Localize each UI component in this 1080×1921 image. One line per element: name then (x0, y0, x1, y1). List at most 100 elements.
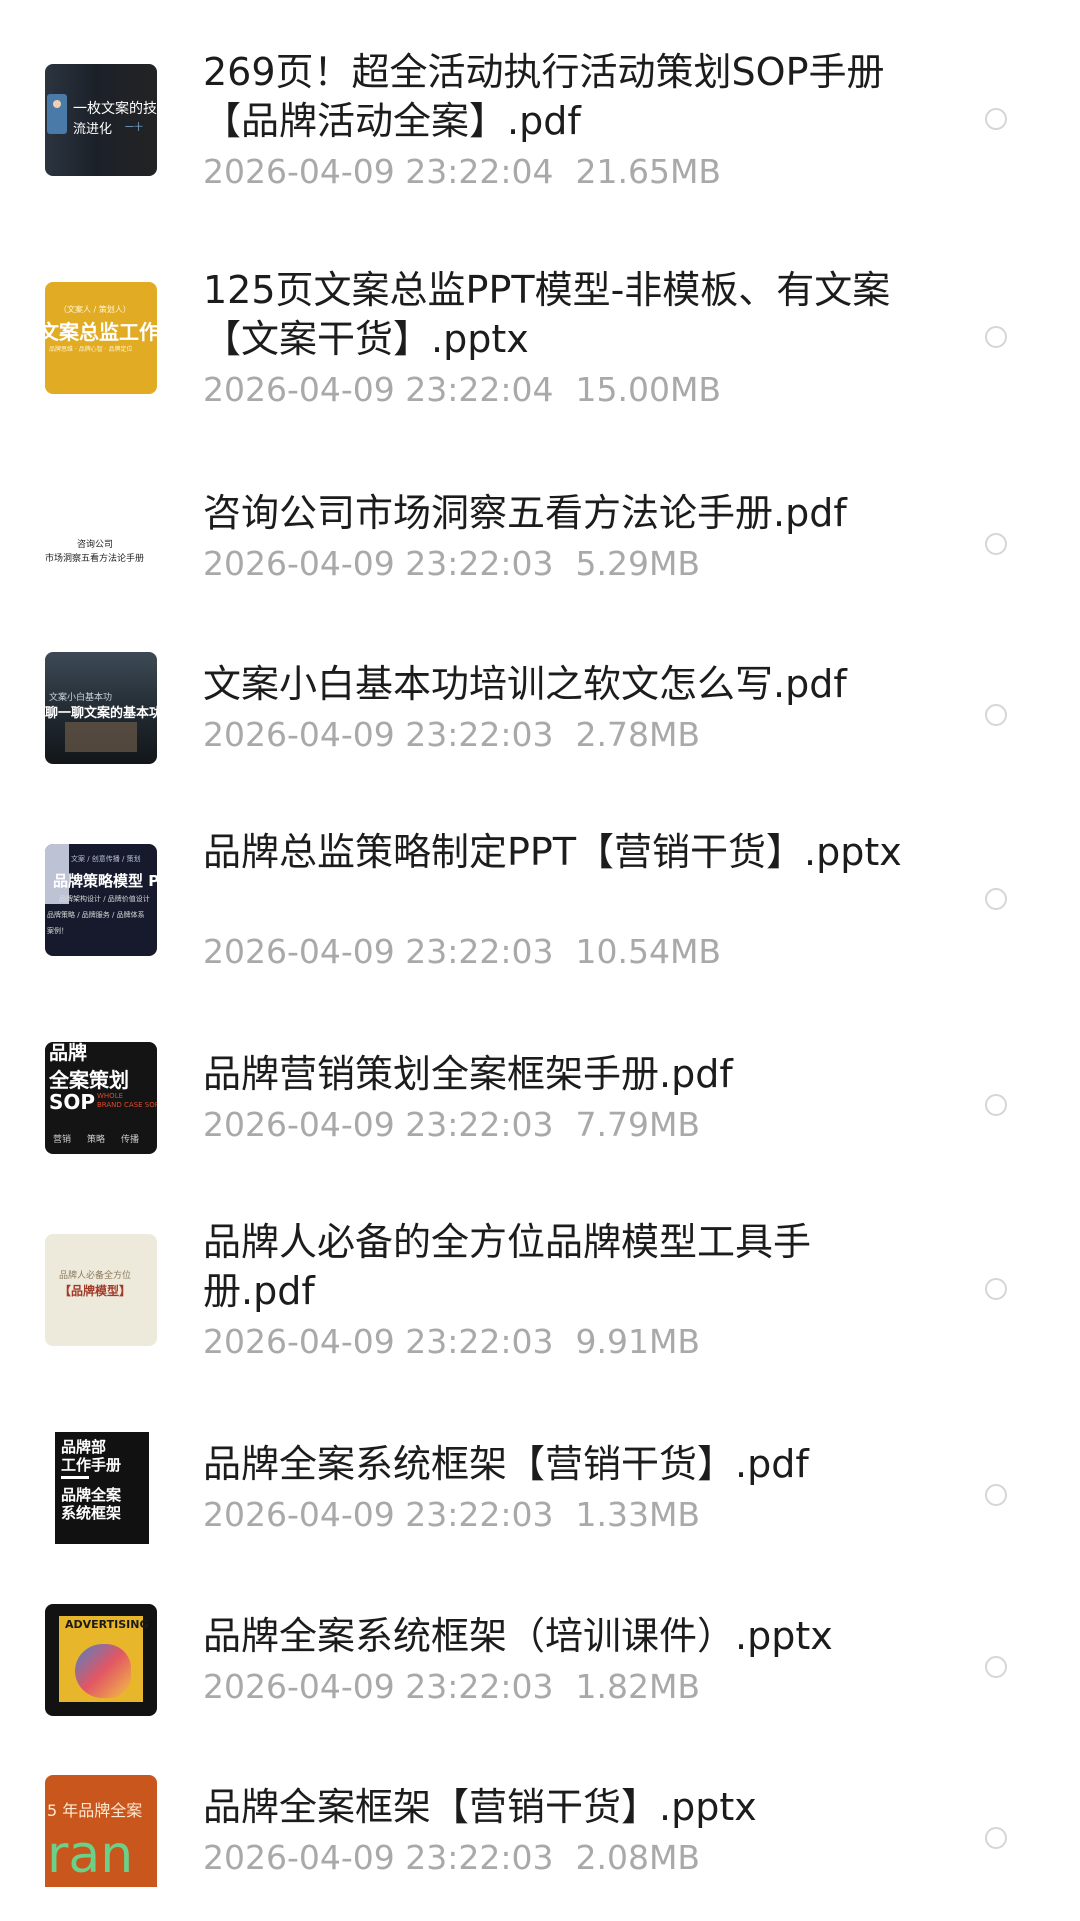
file-size: 7.79MB (575, 1105, 701, 1144)
file-name: 品牌全案框架【营销干货】.pptx (203, 1785, 757, 1829)
select-radio[interactable] (985, 533, 1007, 555)
select-radio[interactable] (985, 1827, 1007, 1849)
file-name: 269页！超全活动执行活动策划SOP手册【品牌活动全案】.pdf (203, 50, 885, 143)
thumbnail-text: 品牌架构设计 / 品牌价值设计 (59, 895, 150, 903)
file-meta: 2026-04-09 23:22:03 7.79MB (203, 1105, 700, 1145)
thumbnail-text: SOP (49, 1090, 96, 1114)
file-date: 2026-04-09 23:22:03 (203, 544, 554, 583)
file-row[interactable]: 品牌 全案策划 SOP WHOLE BRAND CASE SOP 营销 策略 传… (0, 998, 1080, 1188)
select-radio[interactable] (985, 1094, 1007, 1116)
file-thumbnail: 咨询公司 市场洞察五看方法论手册 (45, 501, 157, 613)
thumbnail-text: 流进化 (73, 122, 113, 137)
file-meta: 2026-04-09 23:22:03 2.08MB (203, 1838, 700, 1878)
file-size: 9.91MB (575, 1322, 701, 1361)
select-radio[interactable] (985, 1656, 1007, 1678)
file-name: 品牌全案系统框架（培训课件）.pptx (203, 1614, 833, 1658)
select-radio[interactable] (985, 888, 1007, 910)
file-meta: 2026-04-09 23:22:03 5.29MB (203, 544, 700, 584)
file-name: 品牌全案系统框架【营销干货】.pdf (203, 1442, 809, 1486)
thumbnail-text: 品牌人必备全方位 (59, 1271, 132, 1281)
file-row[interactable]: 品牌人必备全方位 【品牌模型】 品牌人必备的全方位品牌模型工具手册.pdf 20… (0, 1170, 1080, 1362)
thumbnail-text: 一十 (125, 123, 144, 133)
thumbnail-text: ran (47, 1825, 134, 1885)
file-meta: 2026-04-09 23:22:04 15.00MB (203, 370, 721, 410)
file-size: 2.08MB (575, 1838, 701, 1877)
thumbnail-text: 品牌策略模型 P (53, 872, 157, 890)
file-thumbnail: 品牌 全案策划 SOP WHOLE BRAND CASE SOP 营销 策略 传… (45, 1042, 157, 1154)
file-name: 品牌人必备的全方位品牌模型工具手册.pdf (203, 1220, 812, 1313)
select-radio[interactable] (985, 1278, 1007, 1300)
file-meta: 2026-04-09 23:22:04 21.65MB (203, 152, 721, 192)
file-date: 2026-04-09 23:22:04 (203, 370, 554, 409)
file-date: 2026-04-09 23:22:03 (203, 932, 554, 971)
file-date: 2026-04-09 23:22:03 (203, 1667, 554, 1706)
thumbnail-text: 工作手册 (61, 1456, 122, 1474)
file-thumbnail: 5 年品牌全案 ran (45, 1775, 157, 1887)
file-thumbnail: ADVERTISING (45, 1604, 157, 1716)
file-row[interactable]: 咨询公司 市场洞察五看方法论手册 咨询公司市场洞察五看方法论手册.pdf 202… (0, 437, 1080, 627)
file-row[interactable]: （文案人 / 策划人） 文案总监工作0型 品牌思维 · 品牌心智 · 品牌定位 … (0, 218, 1080, 410)
thumbnail-text: 文案总监工作0型 (45, 320, 157, 344)
file-date: 2026-04-09 23:22:03 (203, 1838, 554, 1877)
file-date: 2026-04-09 23:22:04 (203, 152, 554, 191)
file-row[interactable]: ADVERTISING 品牌全案系统框架（培训课件）.pptx 2026-04-… (0, 1560, 1080, 1750)
file-meta: 2026-04-09 23:22:03 1.82MB (203, 1667, 700, 1707)
thumbnail-text: 案例！ (47, 927, 68, 935)
file-thumbnail: 文案 / 创意传播 / 策划 品牌策略模型 P 品牌架构设计 / 品牌价值设计 … (45, 844, 157, 956)
file-size: 21.65MB (575, 152, 722, 191)
file-meta: 2026-04-09 23:22:03 10.54MB (203, 932, 721, 972)
thumbnail-text: 全案策划 (49, 1068, 129, 1092)
thumbnail-text: 传播 (121, 1135, 140, 1145)
thumbnail-text: 品牌 (49, 1042, 88, 1064)
file-thumbnail: 品牌部 工作手册 品牌全案 系统框架 (45, 1432, 157, 1544)
thumbnail-text: WHOLE (97, 1092, 124, 1100)
thumbnail-text: （文案人 / 策划人） (59, 305, 131, 314)
thumbnail-text: 市场洞察五看方法论手册 (45, 554, 145, 564)
file-meta: 2026-04-09 23:22:03 2.78MB (203, 715, 700, 755)
thumbnail-text: 聊一聊文案的基本功 (45, 706, 157, 721)
file-size: 2.78MB (575, 715, 701, 754)
file-size: 1.82MB (575, 1667, 701, 1706)
file-size: 5.29MB (575, 544, 701, 583)
file-thumbnail: （文案人 / 策划人） 文案总监工作0型 品牌思维 · 品牌心智 · 品牌定位 (45, 282, 157, 394)
thumbnail-text: 【品牌模型】 (59, 1284, 132, 1298)
file-date: 2026-04-09 23:22:03 (203, 1322, 554, 1361)
file-row[interactable]: 文案小白基本功 聊一聊文案的基本功 文案小白基本功培训之软文怎么写.pdf 20… (0, 608, 1080, 798)
file-name: 品牌总监策略制定PPT【营销干货】.pptx (203, 830, 902, 874)
thumbnail-text: 咨询公司 (77, 540, 114, 550)
file-date: 2026-04-09 23:22:03 (203, 1105, 554, 1144)
file-row[interactable]: 品牌部 工作手册 品牌全案 系统框架 品牌全案系统框架【营销干货】.pdf 20… (0, 1388, 1080, 1578)
select-radio[interactable] (985, 1484, 1007, 1506)
thumbnail-text: 5 年品牌全案 (47, 1801, 143, 1820)
file-name: 咨询公司市场洞察五看方法论手册.pdf (203, 491, 847, 535)
file-thumbnail: 文案小白基本功 聊一聊文案的基本功 (45, 652, 157, 764)
file-size: 15.00MB (575, 370, 722, 409)
file-meta: 2026-04-09 23:22:03 9.91MB (203, 1322, 700, 1362)
select-radio[interactable] (985, 326, 1007, 348)
thumbnail-text: 一枚文案的技 (73, 101, 157, 117)
thumbnail-text: 策略 (87, 1135, 106, 1145)
thumbnail-text: 营销 (53, 1135, 72, 1145)
file-row[interactable]: 5 年品牌全案 ran 品牌全案框架【营销干货】.pptx 2026-04-09… (0, 1731, 1080, 1921)
file-date: 2026-04-09 23:22:03 (203, 1495, 554, 1534)
thumbnail-text: ADVERTISING (65, 1618, 149, 1631)
select-radio[interactable] (985, 108, 1007, 130)
file-size: 10.54MB (575, 932, 722, 971)
file-row[interactable]: 文案 / 创意传播 / 策划 品牌策略模型 P 品牌架构设计 / 品牌价值设计 … (0, 780, 1080, 972)
file-meta: 2026-04-09 23:22:03 1.33MB (203, 1495, 700, 1535)
thumbnail-text: BRAND CASE SOP (97, 1101, 157, 1109)
file-size: 1.33MB (575, 1495, 701, 1534)
file-name: 文案小白基本功培训之软文怎么写.pdf (203, 662, 847, 706)
file-list: 一枚文案的技 流进化 一十 269页！超全活动执行活动策划SOP手册【品牌活动全… (0, 0, 1080, 1887)
thumbnail-text: 文案 / 创意传播 / 策划 (71, 855, 141, 863)
thumbnail-text: 系统框架 (61, 1504, 122, 1522)
file-thumbnail: 一枚文案的技 流进化 一十 (45, 64, 157, 176)
thumbnail-text: 品牌策略 / 品牌服务 / 品牌体系 (47, 911, 145, 919)
select-radio[interactable] (985, 704, 1007, 726)
thumbnail-text: 品牌思维 · 品牌心智 · 品牌定位 (49, 346, 133, 353)
file-date: 2026-04-09 23:22:03 (203, 715, 554, 754)
file-thumbnail: 品牌人必备全方位 【品牌模型】 (45, 1234, 157, 1346)
file-row[interactable]: 一枚文案的技 流进化 一十 269页！超全活动执行活动策划SOP手册【品牌活动全… (0, 0, 1080, 192)
file-name: 品牌营销策划全案框架手册.pdf (203, 1052, 733, 1096)
file-name: 125页文案总监PPT模型-非模板、有文案【文案干货】.pptx (203, 268, 891, 361)
